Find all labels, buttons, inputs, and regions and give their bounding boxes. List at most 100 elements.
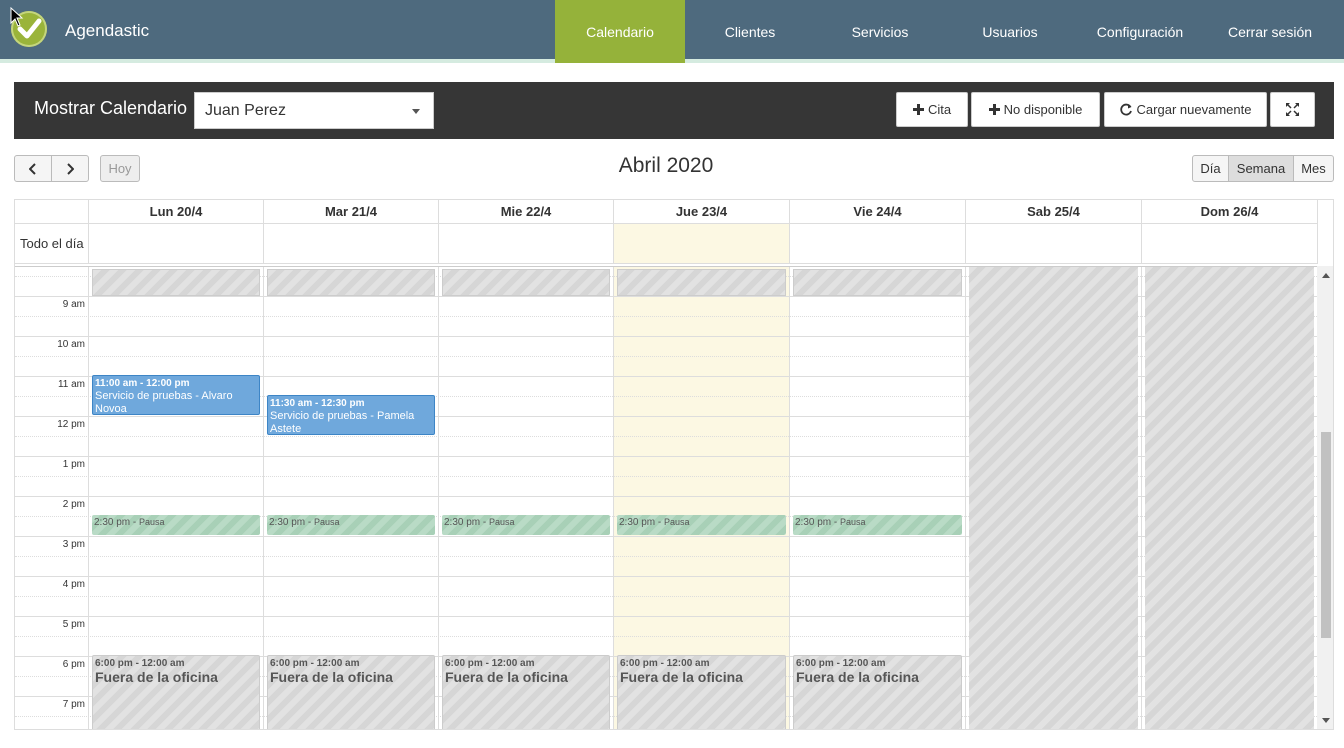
day-header: Lun 20/4 xyxy=(89,200,264,224)
time-axis-header xyxy=(15,200,89,224)
out-of-office-label: Fuera de la oficina xyxy=(445,669,568,685)
pause-time: 2:30 pm xyxy=(444,517,481,528)
out-of-office-event[interactable]: 6:00 pm - 12:00 am Fuera de la oficina xyxy=(267,655,435,729)
pause-event[interactable]: 2:30 pm - Pausa xyxy=(92,515,260,535)
time-label: 4 pm xyxy=(62,579,85,590)
time-grid: 9 am 10 am 11 am 12 pm 1 pm 2 pm 3 pm 4 … xyxy=(15,266,1318,729)
nav-item-usuarios[interactable]: Usuarios xyxy=(945,0,1075,63)
out-of-office-event[interactable]: 6:00 pm - 12:00 am Fuera de la oficina xyxy=(793,655,962,729)
weekend-unavailable-block[interactable] xyxy=(969,267,1138,729)
appointment-title: Servicio de pruebas - Alvaro Novoa xyxy=(95,390,233,415)
prev-week-button[interactable] xyxy=(14,155,52,182)
out-of-office-event[interactable]: 6:00 pm - 12:00 am Fuera de la oficina xyxy=(92,655,260,729)
view-day-button[interactable]: Día xyxy=(1192,155,1229,182)
new-appointment-label: Cita xyxy=(927,102,952,117)
day-header: Vie 24/4 xyxy=(790,200,966,224)
out-of-office-event[interactable]: 6:00 pm - 12:00 am Fuera de la oficina xyxy=(442,655,610,729)
new-appointment-button[interactable]: Cita xyxy=(896,92,968,127)
day-header: Mar 21/4 xyxy=(264,200,439,224)
main-nav: Calendario Clientes Servicios Usuarios C… xyxy=(555,0,1335,63)
unavailable-block[interactable] xyxy=(92,269,260,296)
calendar-title: Abril 2020 xyxy=(618,154,714,177)
week-grid: Lun 20/4 Mar 21/4 Mie 22/4 Jue 23/4 Vie … xyxy=(14,199,1334,730)
pause-label: Pausa xyxy=(314,517,340,527)
plus-icon xyxy=(988,104,1000,115)
out-of-office-label: Fuera de la oficina xyxy=(796,669,919,685)
toolbar-title: Mostrar Calendario xyxy=(34,98,188,118)
time-label: 6 pm xyxy=(62,659,85,670)
view-week-button[interactable]: Semana xyxy=(1228,155,1294,182)
fullscreen-icon xyxy=(1286,103,1299,116)
unavailable-block[interactable] xyxy=(617,269,786,296)
time-label: 9 am xyxy=(62,299,85,310)
pause-label: Pausa xyxy=(840,517,866,527)
day-header: Sab 25/4 xyxy=(966,200,1142,224)
brand-name: Agendastic xyxy=(65,21,150,40)
unavailable-block[interactable] xyxy=(793,269,962,296)
time-label: 11 am xyxy=(57,379,85,390)
unavailable-label: No disponible xyxy=(1003,102,1083,117)
nav-item-clientes[interactable]: Clientes xyxy=(685,0,815,63)
reload-button[interactable]: Cargar nuevamente xyxy=(1104,92,1267,127)
nav-item-configuracion[interactable]: Configuración xyxy=(1075,0,1205,63)
pause-label: Pausa xyxy=(664,517,690,527)
reload-label: Cargar nuevamente xyxy=(1136,102,1252,117)
pause-event[interactable]: 2:30 pm - Pausa xyxy=(617,515,786,535)
nav-item-calendario[interactable]: Calendario xyxy=(555,0,685,63)
weekend-unavailable-block[interactable] xyxy=(1145,267,1314,729)
allday-cell[interactable] xyxy=(1142,224,1318,264)
unavailable-block[interactable] xyxy=(442,269,610,296)
appointment-time: 11:00 am - 12:00 pm xyxy=(95,378,190,389)
allday-label-cell: Todo el día xyxy=(15,224,89,264)
scroll-down-arrow-icon[interactable] xyxy=(1322,718,1330,723)
pause-event[interactable]: 2:30 pm - Pausa xyxy=(267,515,435,535)
view-month-button[interactable]: Mes xyxy=(1293,155,1334,182)
day-header: Jue 23/4 xyxy=(614,200,790,224)
pause-time: 2:30 pm xyxy=(269,517,306,528)
pause-time: 2:30 pm xyxy=(94,517,131,528)
out-of-office-label: Fuera de la oficina xyxy=(95,669,218,685)
allday-cell-today[interactable] xyxy=(614,224,790,264)
time-label: 12 pm xyxy=(57,419,85,430)
chevron-right-icon xyxy=(67,162,74,175)
plus-icon xyxy=(912,104,924,115)
chevron-left-icon xyxy=(29,162,36,175)
pause-event[interactable]: 2:30 pm - Pausa xyxy=(442,515,610,535)
appointment-time: 11:30 am - 12:30 pm xyxy=(270,398,365,409)
out-of-office-label: Fuera de la oficina xyxy=(620,669,743,685)
caret-down-icon xyxy=(412,109,420,114)
nav-item-servicios[interactable]: Servicios xyxy=(815,0,945,63)
allday-cell[interactable] xyxy=(439,224,614,264)
out-of-office-label: Fuera de la oficina xyxy=(270,669,393,685)
fullscreen-button[interactable] xyxy=(1270,92,1315,127)
nav-item-cerrar-sesion[interactable]: Cerrar sesión xyxy=(1205,0,1335,63)
calendar-toolbar: Mostrar Calendario Juan Perez Cita No di… xyxy=(14,82,1334,139)
time-label: 1 pm xyxy=(62,459,85,470)
top-navbar: Agendastic Calendario Clientes Servicios… xyxy=(0,0,1344,63)
pause-event[interactable]: 2:30 pm - Pausa xyxy=(793,515,962,535)
allday-cell[interactable] xyxy=(264,224,439,264)
appointment-title: Servicio de pruebas - Pamela Astete xyxy=(270,410,415,435)
unavailable-button[interactable]: No disponible xyxy=(971,92,1100,127)
time-label: 5 pm xyxy=(62,619,85,630)
out-of-office-event[interactable]: 6:00 pm - 12:00 am Fuera de la oficina xyxy=(617,655,786,729)
scroll-up-arrow-icon[interactable] xyxy=(1322,273,1330,278)
appointment-event[interactable]: 11:00 am - 12:00 pm Servicio de pruebas … xyxy=(92,375,260,415)
appointment-event[interactable]: 11:30 am - 12:30 pm Servicio de pruebas … xyxy=(267,395,435,435)
mouse-pointer-icon xyxy=(10,7,24,27)
user-select[interactable]: Juan Perez xyxy=(194,92,434,129)
allday-cell[interactable] xyxy=(966,224,1142,264)
unavailable-block[interactable] xyxy=(267,269,435,296)
time-label: 10 am xyxy=(57,339,85,350)
allday-cell[interactable] xyxy=(89,224,264,264)
today-button[interactable]: Hoy xyxy=(100,155,140,182)
user-select-value: Juan Perez xyxy=(205,102,286,119)
allday-cell[interactable] xyxy=(790,224,966,264)
time-label: 7 pm xyxy=(62,699,85,710)
allday-label: Todo el día xyxy=(20,236,84,251)
next-week-button[interactable] xyxy=(51,155,89,182)
time-label: 2 pm xyxy=(62,499,85,510)
scrollbar-thumb[interactable] xyxy=(1321,432,1331,638)
pause-time: 2:30 pm xyxy=(619,517,656,528)
vertical-scrollbar[interactable] xyxy=(1317,266,1333,729)
